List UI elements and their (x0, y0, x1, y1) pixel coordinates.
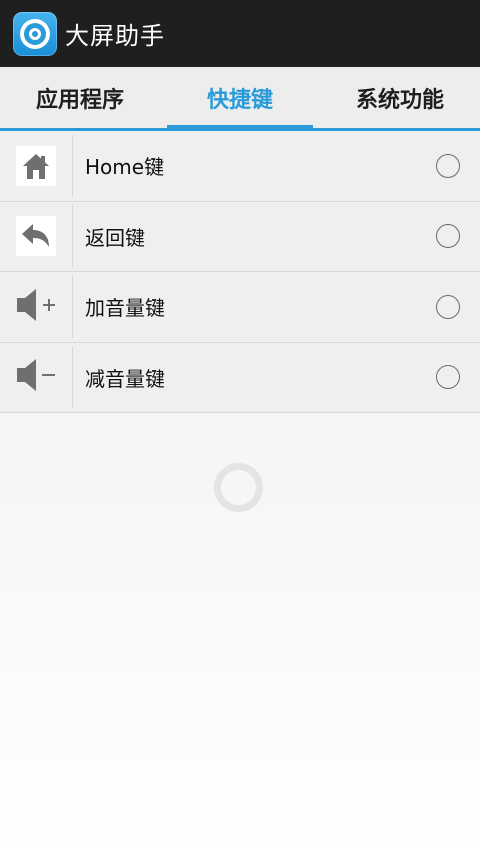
list-item-label: 加音量键 (85, 296, 165, 321)
list-item-volume-up[interactable]: 加音量键 (0, 272, 480, 343)
volume-down-icon (14, 355, 58, 399)
radio-button[interactable] (436, 365, 460, 390)
list-item-label: Home键 (85, 155, 165, 180)
back-arrow-icon (16, 216, 56, 257)
title-bar: 大屏助手 (0, 0, 480, 67)
radio-button[interactable] (436, 153, 460, 178)
list-item-volume-down[interactable]: 减音量键 (0, 342, 480, 413)
loading-spinner-icon (214, 463, 263, 512)
list-item-label: 返回键 (85, 225, 145, 250)
volume-up-icon (14, 285, 58, 329)
list-item-home[interactable]: Home键 (0, 131, 480, 202)
radio-button[interactable] (436, 294, 460, 319)
home-icon (16, 145, 56, 186)
app-title: 大屏助手 (65, 22, 165, 50)
tab-system-functions[interactable]: 系统功能 (320, 67, 480, 128)
tab-bar: 应用程序 快捷键 系统功能 (0, 67, 480, 131)
radio-button[interactable] (436, 224, 460, 249)
list-item-label: 减音量键 (85, 366, 165, 391)
list-item-back[interactable]: 返回键 (0, 201, 480, 272)
app-logo-icon (13, 11, 57, 56)
tab-apps[interactable]: 应用程序 (0, 67, 160, 128)
shortcut-list: Home键 返回键 加音量键 减音量键 (0, 131, 480, 413)
tab-shortcuts[interactable]: 快捷键 (160, 67, 320, 131)
